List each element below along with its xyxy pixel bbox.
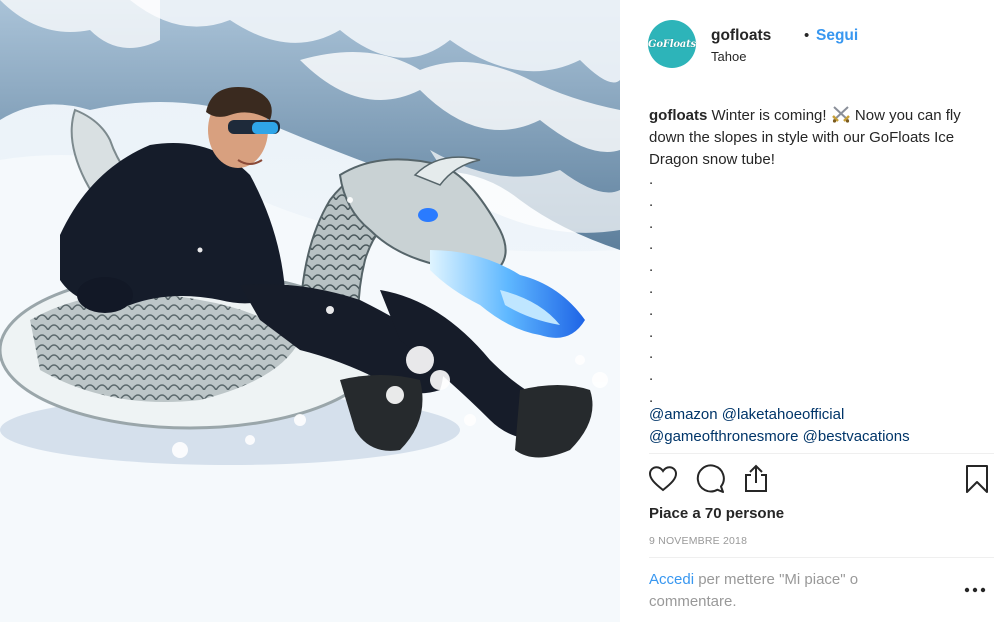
post-photo[interactable]: [0, 0, 620, 622]
caption-dot: .: [649, 279, 654, 297]
login-prompt: Accedi per mettere "Mi piace" o commenta…: [649, 569, 929, 613]
bookmark-icon[interactable]: [962, 464, 992, 494]
more-options-icon[interactable]: [964, 584, 986, 596]
action-bar: [648, 462, 994, 498]
caption-dot: .: [649, 171, 654, 188]
login-link[interactable]: Accedi: [649, 571, 694, 588]
caption-username[interactable]: gofloats: [649, 107, 707, 124]
avatar-logo-text: GoFloats: [648, 38, 696, 50]
mention-bestvacations[interactable]: @bestvacations: [803, 428, 910, 445]
caption-dot: .: [649, 367, 654, 385]
follow-button[interactable]: Segui: [816, 27, 858, 45]
instagram-post: GoFloats gofloats • Segui Tahoe gofloats…: [0, 0, 1000, 622]
share-icon[interactable]: [741, 464, 771, 494]
like-count[interactable]: Piace a 70 persone: [649, 505, 784, 522]
divider: [649, 453, 994, 454]
caption-dot: .: [649, 192, 654, 210]
caption-dot: .: [649, 301, 654, 319]
caption: gofloats Winter is coming! Now you can f…: [649, 105, 979, 171]
crossed-swords-icon: [831, 106, 850, 123]
avatar[interactable]: GoFloats: [648, 20, 696, 68]
divider: [649, 557, 994, 558]
comment-icon[interactable]: [695, 464, 725, 494]
post-side-panel: GoFloats gofloats • Segui Tahoe gofloats…: [620, 0, 1000, 622]
caption-dot: .: [649, 258, 654, 276]
caption-text-start: Winter is coming!: [711, 107, 827, 124]
mention-laketahoeofficial[interactable]: @laketahoeofficial: [722, 406, 845, 423]
caption-dot-lines: . . . . . . . . . . .: [649, 172, 669, 412]
location-link[interactable]: Tahoe: [711, 49, 746, 64]
header-separator: •: [804, 27, 810, 44]
caption-dot: .: [649, 214, 654, 232]
caption-mentions: @amazon @laketahoeofficial @gameofthrone…: [649, 404, 979, 448]
caption-dot: .: [649, 345, 654, 363]
caption-dot: .: [649, 236, 654, 254]
username-link[interactable]: gofloats: [711, 27, 771, 45]
mention-gameofthronesmore[interactable]: @gameofthronesmore: [649, 428, 798, 445]
caption-dot: .: [649, 323, 654, 341]
heart-icon[interactable]: [648, 464, 678, 494]
post-header: GoFloats gofloats • Segui Tahoe: [648, 18, 1000, 70]
post-date[interactable]: 9 NOVEMBRE 2018: [649, 535, 747, 547]
mention-amazon[interactable]: @amazon: [649, 406, 718, 423]
